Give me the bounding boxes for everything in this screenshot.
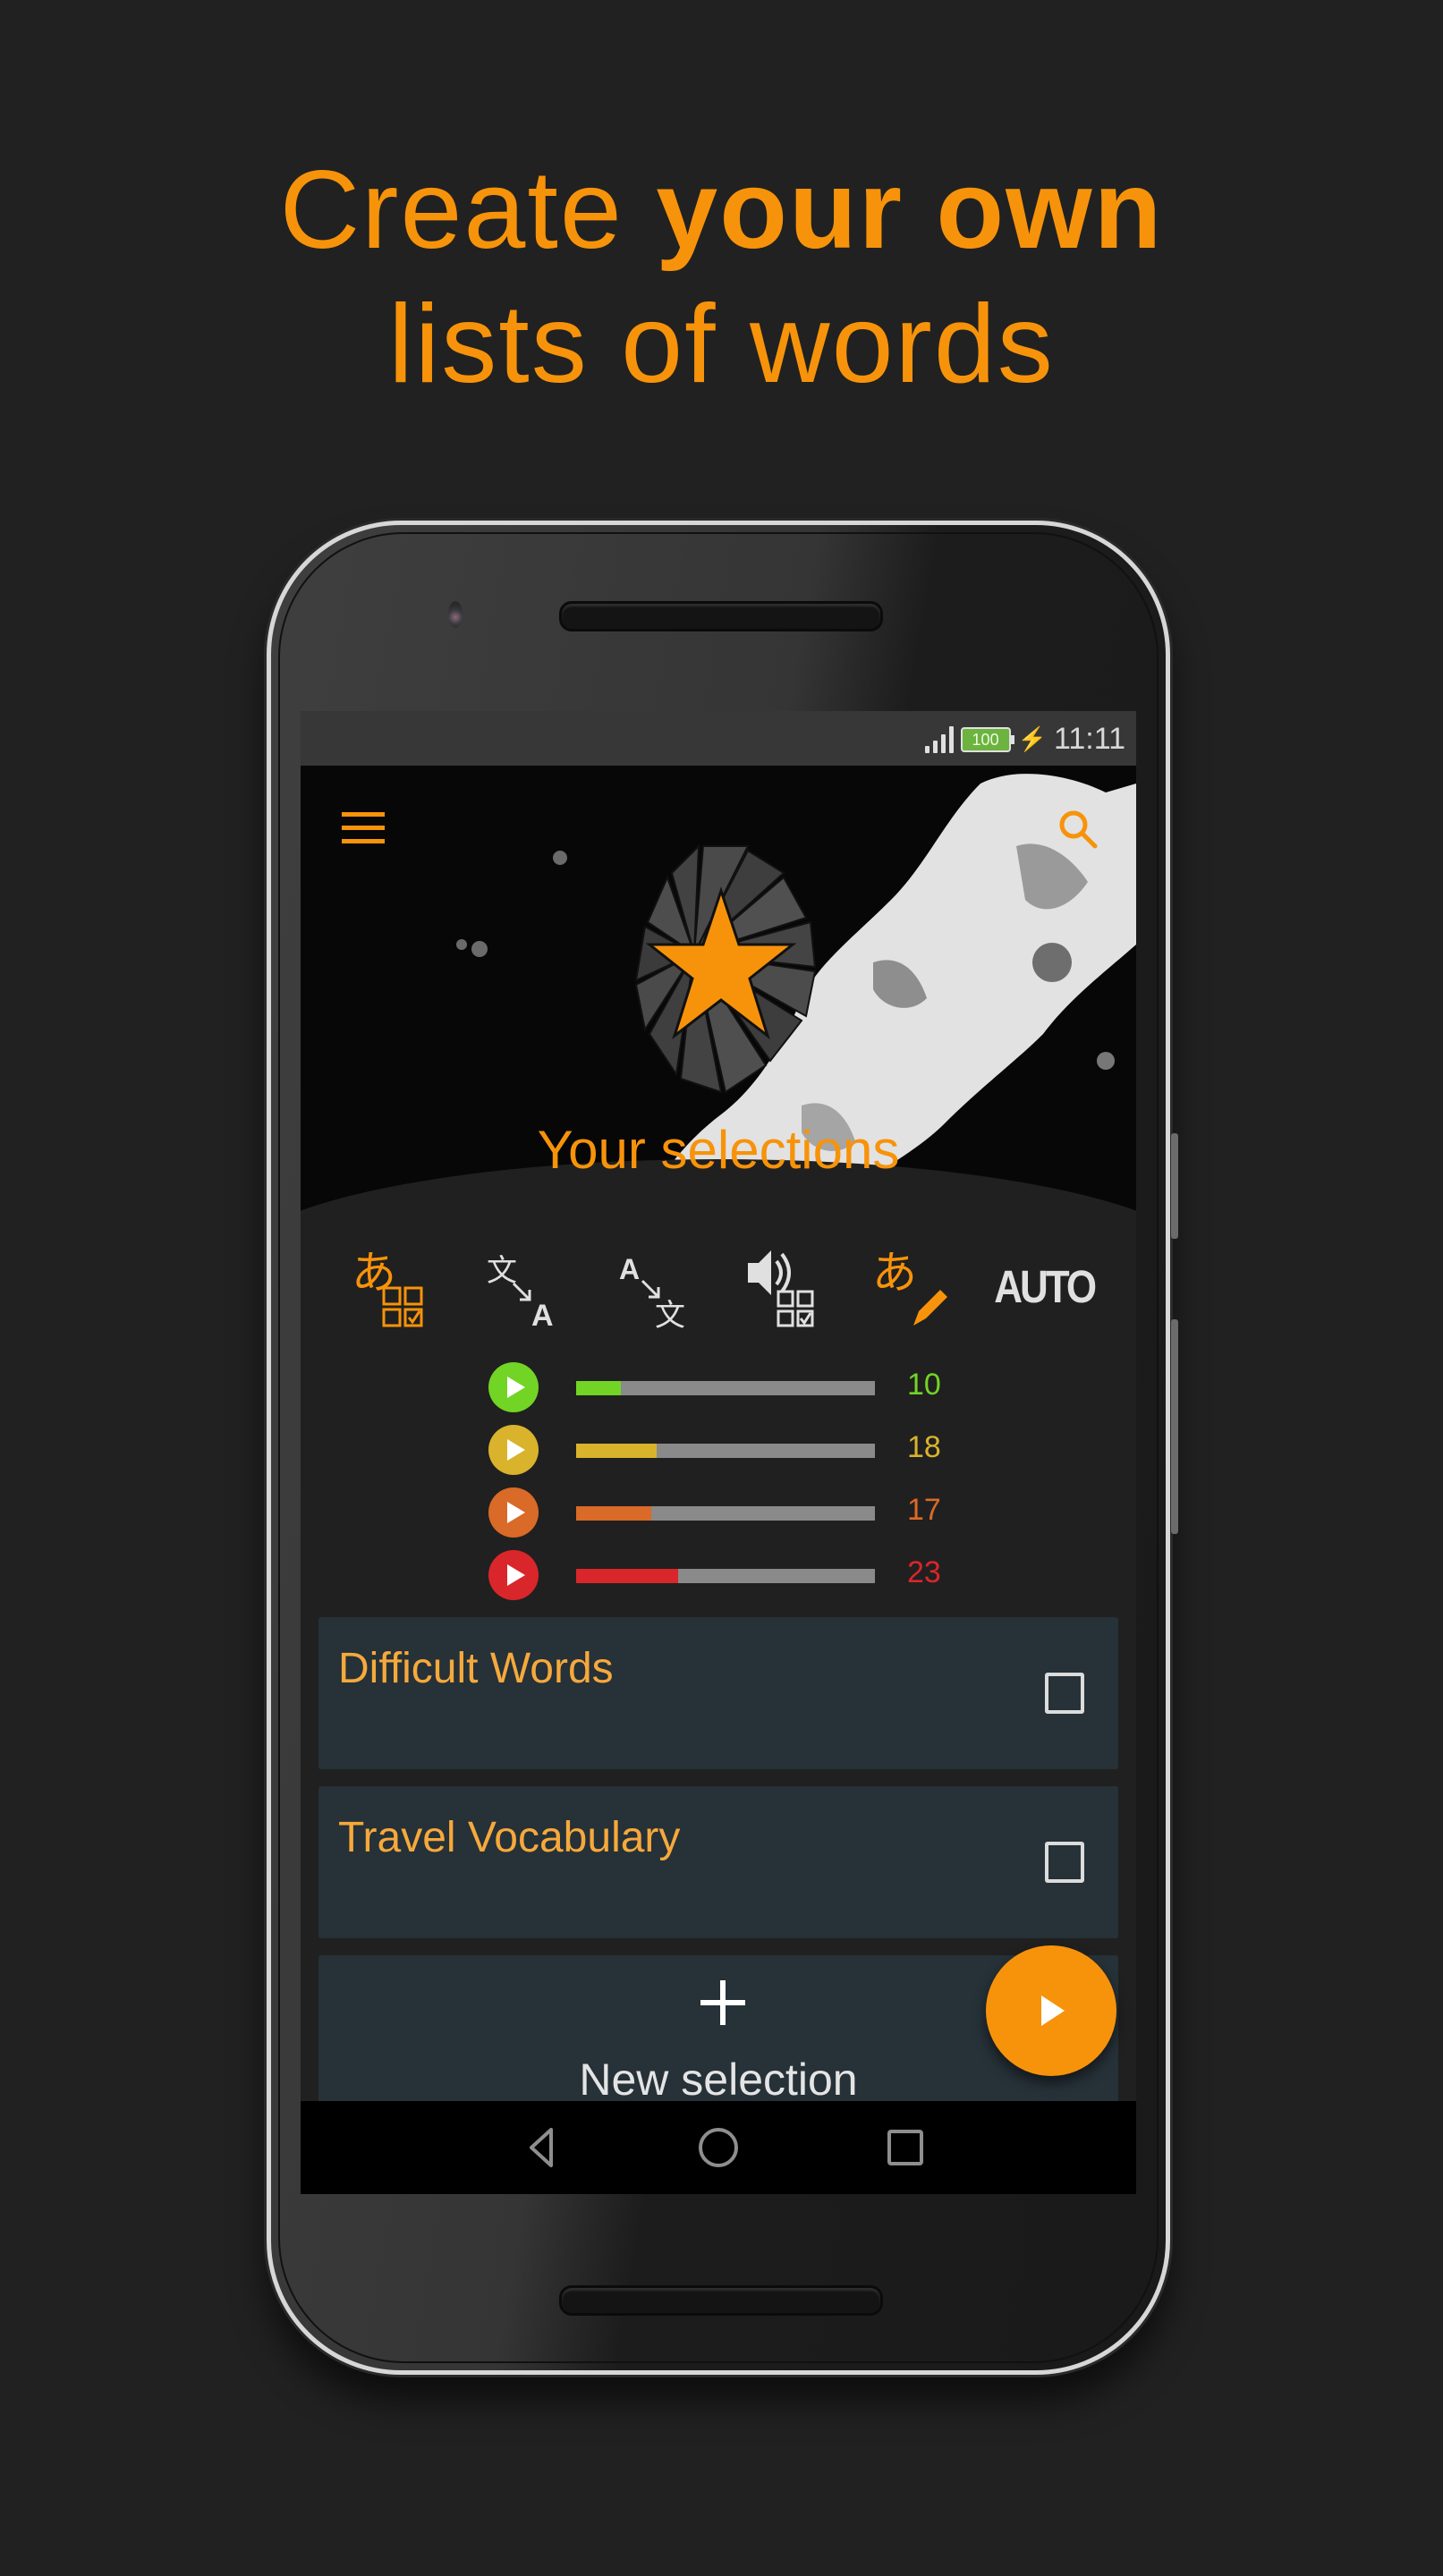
svg-text:文: 文 [487, 1253, 517, 1289]
level-row: 23 [488, 1543, 954, 1606]
play-level-button[interactable] [488, 1487, 539, 1538]
level-progress-fill [576, 1506, 651, 1521]
mode-kanji-to-latin[interactable]: 文 A [473, 1243, 572, 1333]
clock: 11:11 [1053, 722, 1125, 756]
mode-kana-writing[interactable]: あ [864, 1243, 963, 1333]
search-icon[interactable] [1054, 805, 1104, 855]
svg-text:A: A [619, 1253, 640, 1285]
headline-bold: your own [656, 148, 1164, 272]
charging-icon: ⚡ [1017, 725, 1047, 752]
play-level-button[interactable] [488, 1362, 539, 1412]
svg-text:あ: あ [872, 1247, 917, 1299]
level-count: 10 [907, 1368, 941, 1402]
new-selection-label: New selection [579, 2055, 858, 2105]
level-count: 23 [907, 1555, 941, 1589]
level-row: 17 [488, 1480, 954, 1543]
level-progress-fill [576, 1444, 658, 1458]
star-emblem-icon [634, 843, 817, 1094]
earpiece-speaker [559, 601, 883, 631]
auto-mode-label: AUTO [994, 1262, 1097, 1313]
play-fab-button[interactable] [986, 1945, 1116, 2076]
page-title: Your selections [537, 1120, 900, 1180]
kana-write-icon: あ [872, 1247, 948, 1326]
plus-icon [700, 1980, 745, 2025]
level-count: 17 [907, 1493, 941, 1527]
selection-card-difficult-words[interactable]: Difficult Words [318, 1617, 1118, 1769]
svg-text:文: 文 [655, 1298, 685, 1333]
battery-icon: 100 [960, 726, 1014, 752]
selection-checkbox[interactable] [1045, 1842, 1084, 1883]
level-progress-bar [576, 1381, 875, 1395]
headline-line-1: Create your own [0, 148, 1443, 273]
status-bar: 100 ⚡ 11:11 [301, 711, 1136, 766]
selection-card-travel-vocabulary[interactable]: Travel Vocabulary [318, 1786, 1118, 1938]
mode-latin-to-kanji[interactable]: A 文 [604, 1243, 702, 1333]
signal-icon [924, 725, 954, 753]
level-progress-bar [576, 1444, 875, 1458]
level-progress-bar [576, 1569, 875, 1583]
translate-to-kanji-icon: A 文 [619, 1253, 685, 1333]
headline-line-2: lists of words [388, 283, 1055, 406]
level-count: 18 [907, 1430, 941, 1464]
mode-kana-multiple-choice[interactable]: あ [344, 1243, 442, 1333]
translate-to-latin-icon: 文 A [487, 1253, 554, 1333]
header-banner: Your selections [301, 766, 1136, 1213]
bottom-speaker [559, 2285, 883, 2316]
android-nav-bar [301, 2101, 1136, 2194]
level-row: 10 [488, 1355, 954, 1418]
front-camera-icon [448, 601, 463, 628]
selection-checkbox[interactable] [1045, 1673, 1084, 1714]
hamburger-menu-icon[interactable] [342, 812, 385, 844]
level-row: 18 [488, 1418, 954, 1480]
svg-text:A: A [531, 1299, 554, 1333]
play-level-button[interactable] [488, 1550, 539, 1600]
play-level-button[interactable] [488, 1425, 539, 1475]
selection-name: Travel Vocabulary [338, 1814, 681, 1861]
level-progress-bar [576, 1506, 875, 1521]
mode-auto[interactable]: AUTO [994, 1243, 1097, 1333]
home-icon[interactable] [697, 2126, 740, 2169]
back-icon[interactable] [522, 2126, 565, 2169]
level-progress-list: 10 18 17 23 [488, 1355, 954, 1606]
recents-icon[interactable] [884, 2126, 927, 2169]
volume-button [1171, 1319, 1178, 1534]
level-progress-fill [576, 1569, 678, 1583]
power-button [1171, 1133, 1178, 1239]
audio-multiple-choice-icon [747, 1250, 814, 1327]
kana-multiple-choice-icon: あ [352, 1247, 423, 1327]
headline-light: Create [279, 148, 624, 272]
mode-audio-multiple-choice[interactable] [734, 1243, 833, 1333]
mode-toolbar: あ 文 A A 文 あ AUTO [301, 1239, 1136, 1337]
level-progress-fill [576, 1381, 622, 1395]
selection-name: Difficult Words [338, 1645, 614, 1692]
app-screen: 100 ⚡ 11:11 Your selections あ 文 A A 文 あ … [301, 711, 1136, 2194]
svg-text:あ: あ [352, 1247, 396, 1299]
